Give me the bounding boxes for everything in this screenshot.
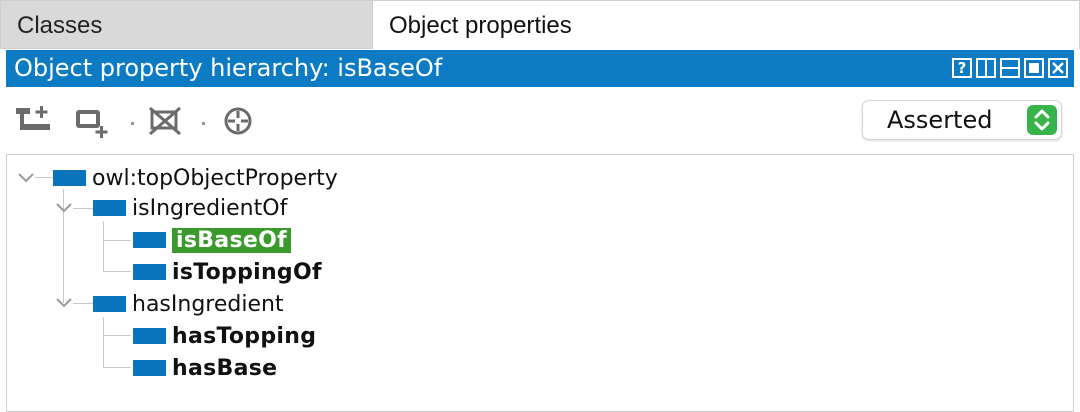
tree-node-label: owl:topObjectProperty	[92, 165, 338, 191]
tree-node-top-object-property[interactable]: owl:topObjectProperty	[53, 163, 338, 193]
tree-connector	[103, 221, 104, 271]
object-property-icon	[133, 264, 166, 280]
tree-connector	[103, 335, 131, 336]
object-property-icon	[133, 232, 166, 248]
tree-node-is-topping-of[interactable]: isToppingOf	[133, 257, 322, 287]
tree-node-label: hasTopping	[172, 323, 317, 349]
hierarchy-mode-value: Asserted	[887, 106, 993, 134]
object-property-icon	[93, 296, 126, 312]
window-controls: ?	[952, 58, 1068, 80]
object-property-icon	[133, 328, 166, 344]
object-property-icon	[93, 200, 126, 216]
tab-classes[interactable]: Classes	[0, 0, 372, 49]
close-icon[interactable]	[1048, 58, 1068, 78]
object-property-icon	[53, 170, 86, 186]
tree-connector	[103, 317, 104, 367]
tree-node-label: isIngredientOf	[132, 195, 288, 221]
add-subproperty-icon[interactable]	[14, 104, 54, 138]
tree-connector	[35, 177, 53, 178]
tree-node-has-ingredient[interactable]: hasIngredient	[93, 289, 284, 319]
tree-connector	[103, 271, 131, 272]
add-sibling-property-icon[interactable]	[72, 104, 112, 138]
property-tree: owl:topObjectProperty isIngredientOf isB…	[6, 154, 1074, 412]
expand-chevron-icon[interactable]	[55, 296, 73, 310]
tree-node-label: hasBase	[172, 355, 278, 381]
tree-connector	[103, 240, 131, 241]
hierarchy-mode-select[interactable]: Asserted	[862, 100, 1062, 140]
tab-bar: Classes Object properties	[0, 0, 1080, 50]
tree-connector	[73, 208, 93, 209]
tree-node-has-topping[interactable]: hasTopping	[133, 321, 316, 351]
tree-node-label-selected: isBaseOf	[172, 227, 291, 253]
tab-object-properties[interactable]: Object properties	[372, 0, 1080, 49]
tree-node-is-ingredient-of[interactable]: isIngredientOf	[93, 193, 287, 223]
expand-chevron-icon[interactable]	[55, 201, 73, 215]
updown-chevron-icon	[1027, 105, 1057, 135]
crosshair-icon[interactable]	[220, 104, 260, 138]
tree-node-is-base-of[interactable]: isBaseOf	[133, 225, 291, 255]
toolbar-separator	[202, 122, 205, 125]
panel-title: Object property hierarchy: isBaseOf	[14, 54, 443, 82]
split-view-icon[interactable]	[976, 58, 996, 78]
help-icon[interactable]: ?	[952, 58, 972, 78]
tree-connector	[103, 367, 131, 368]
expand-chevron-icon[interactable]	[17, 171, 35, 185]
tree-node-label: hasIngredient	[132, 291, 284, 317]
maximize-icon[interactable]	[1024, 58, 1044, 78]
hierarchy-toolbar: Asserted	[6, 88, 1074, 154]
tree-node-has-base[interactable]: hasBase	[133, 353, 277, 383]
tree-connector	[73, 303, 93, 304]
horizontal-split-icon[interactable]	[1000, 58, 1020, 78]
object-property-icon	[133, 360, 166, 376]
panel-titlebar: Object property hierarchy: isBaseOf ?	[6, 50, 1074, 87]
toolbar-separator	[131, 122, 134, 125]
delete-property-icon[interactable]	[146, 104, 186, 138]
tree-node-label: isToppingOf	[172, 259, 322, 285]
